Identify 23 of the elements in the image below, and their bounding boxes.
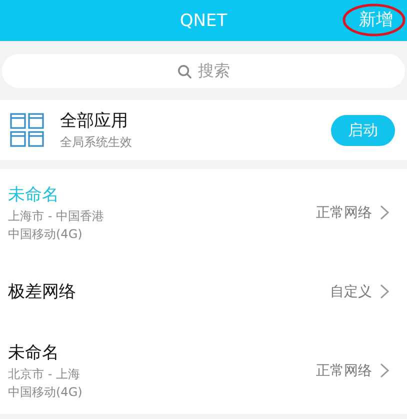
chevron-right-icon bbox=[380, 284, 389, 299]
chevron-right-icon bbox=[380, 363, 389, 378]
item-title: 全部应用 bbox=[60, 110, 129, 132]
highlight-ellipse bbox=[341, 2, 407, 38]
route-text: 上海市 - 中国香港 bbox=[8, 209, 105, 224]
profile-name: 未命名 bbox=[8, 184, 60, 206]
carrier-text: 中国移动(4G) bbox=[8, 227, 84, 242]
network-mode: 正常网络 bbox=[316, 204, 372, 222]
profile-name: 未命名 bbox=[8, 342, 60, 364]
profile-row[interactable]: 极差网络 自定义 bbox=[0, 252, 407, 331]
network-mode: 正常网络 bbox=[316, 362, 372, 380]
item-subtitle: 全局系统生效 bbox=[60, 134, 133, 151]
network-mode: 自定义 bbox=[330, 282, 372, 300]
carrier-text: 中国移动(4G) bbox=[8, 385, 84, 400]
profile-name: 极差网络 bbox=[8, 281, 77, 303]
grid-icon bbox=[10, 113, 44, 147]
route-text: 北京市 - 上海 bbox=[8, 367, 81, 382]
search-icon bbox=[177, 64, 192, 78]
profile-row[interactable]: 未命名 北京市 - 上海 中国移动(4G) 正常网络 bbox=[0, 331, 407, 410]
profile-row[interactable]: 未命名 上海市 - 中国香港 中国移动(4G) 正常网络 bbox=[0, 173, 407, 252]
search-field[interactable]: 搜索 bbox=[2, 54, 405, 88]
app-title: QNET bbox=[180, 10, 228, 30]
chevron-right-icon bbox=[380, 205, 389, 220]
